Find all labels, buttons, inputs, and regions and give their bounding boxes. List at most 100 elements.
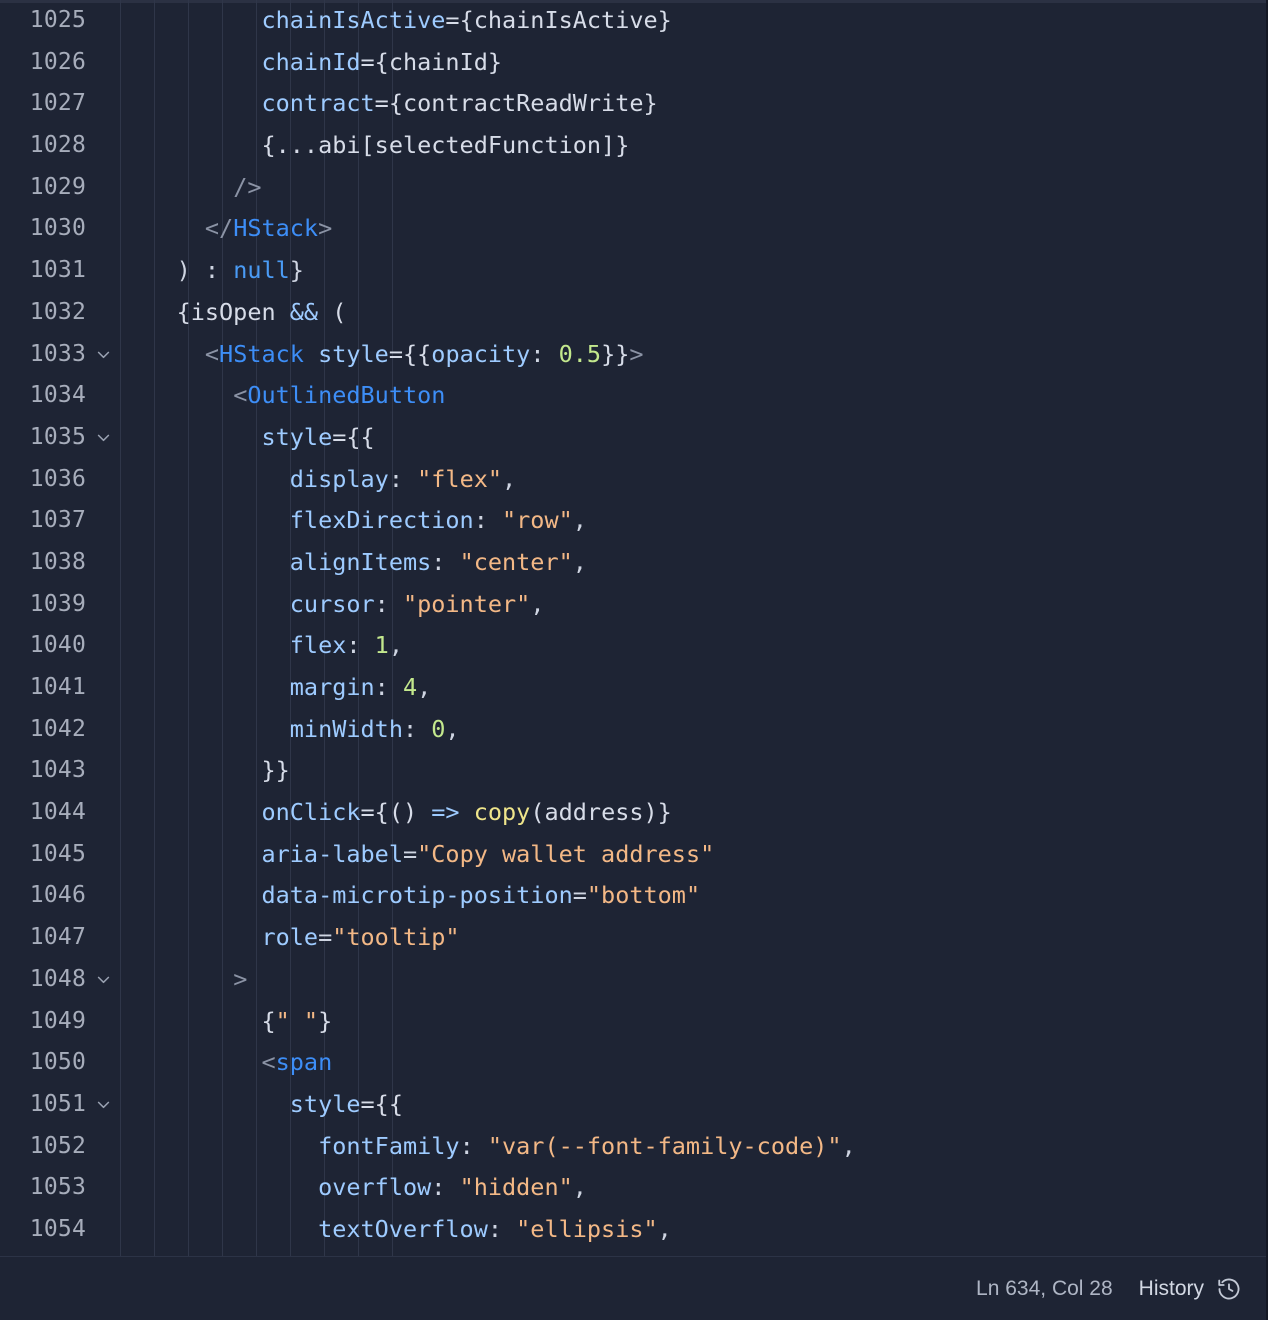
code-line-text: contract={contractReadWrite} bbox=[120, 83, 1266, 125]
line-number: 1039 bbox=[29, 590, 86, 617]
history-clock-icon bbox=[1216, 1276, 1242, 1302]
token-punct: } bbox=[289, 256, 304, 285]
token-prop: margin bbox=[289, 673, 375, 701]
code-line[interactable]: 1033 <HStack style={{opacity: 0.5}}> bbox=[0, 334, 1266, 376]
token-punct: = bbox=[572, 881, 587, 910]
code-surface[interactable]: 1025 chainIsActive={chainIsActive} 1026 c… bbox=[0, 0, 1266, 1256]
token-bracket: /> bbox=[233, 172, 262, 201]
token-op: => bbox=[431, 798, 460, 827]
token-string: "flex" bbox=[417, 464, 503, 493]
code-line[interactable]: 1053 overflow: "hidden", bbox=[0, 1167, 1266, 1209]
line-number: 1033 bbox=[29, 340, 86, 367]
code-line[interactable]: 1046 data-microtip-position="bottom" bbox=[0, 875, 1266, 917]
code-line[interactable]: 1026 chainId={chainId} bbox=[0, 42, 1266, 84]
code-line[interactable]: 1043 }} bbox=[0, 750, 1266, 792]
code-line[interactable]: 1027 contract={contractReadWrite} bbox=[0, 83, 1266, 125]
token-string: "hidden" bbox=[459, 1173, 573, 1202]
token-plain: ={contractReadWrite} bbox=[374, 89, 658, 118]
code-line[interactable]: 1051 style={{ bbox=[0, 1084, 1266, 1126]
token-plain: }} bbox=[261, 756, 290, 785]
code-line-text: style={{ bbox=[120, 1084, 1266, 1126]
token-prop: display bbox=[289, 464, 389, 493]
token-string: "Copy wallet address" bbox=[417, 839, 715, 868]
code-line[interactable]: 1047 role="tooltip" bbox=[0, 917, 1266, 959]
token-punct: = bbox=[402, 839, 418, 868]
token-string: "bottom" bbox=[586, 881, 701, 910]
code-line[interactable]: 1035 style={{ bbox=[0, 417, 1266, 459]
chevron-down-icon[interactable] bbox=[86, 429, 120, 446]
cursor-position-indicator[interactable]: Ln 634, Col 28 bbox=[976, 1277, 1113, 1301]
code-line[interactable]: 1034 <OutlinedButton bbox=[0, 375, 1266, 417]
token-plain: } bbox=[318, 1006, 333, 1035]
code-line[interactable]: 1048 > bbox=[0, 959, 1266, 1001]
code-line-text: <OutlinedButton bbox=[120, 375, 1266, 417]
code-line[interactable]: 1044 onClick={() => copy(address)} bbox=[0, 792, 1266, 834]
code-line[interactable]: 1042 minWidth: 0, bbox=[0, 709, 1266, 751]
token-prop: minWidth bbox=[289, 714, 403, 743]
token-bracket: < bbox=[261, 1048, 276, 1077]
code-line[interactable]: 1036 display: "flex", bbox=[0, 459, 1266, 501]
token-bracket: > bbox=[318, 214, 333, 243]
code-line[interactable]: 1041 margin: 4, bbox=[0, 667, 1266, 709]
chevron-down-icon[interactable] bbox=[86, 971, 120, 988]
token-plain: ={{ bbox=[332, 422, 375, 451]
code-line-text: chainId={chainId} bbox=[120, 42, 1266, 84]
code-line[interactable]: 1040 flex: 1, bbox=[0, 625, 1266, 667]
token-plain: {isOpen bbox=[176, 297, 290, 326]
token-op: && bbox=[289, 297, 319, 326]
code-line-text: chainIsActive={chainIsActive} bbox=[120, 0, 1266, 42]
code-lines[interactable]: 1025 chainIsActive={chainIsActive} 1026 c… bbox=[0, 0, 1266, 1251]
token-string: "center" bbox=[459, 547, 573, 576]
code-line[interactable]: 1029 /> bbox=[0, 167, 1266, 209]
token-punct: : bbox=[402, 714, 432, 743]
line-number: 1028 bbox=[29, 132, 86, 159]
code-line[interactable]: 1045 aria-label="Copy wallet address" bbox=[0, 834, 1266, 876]
line-number: 1052 bbox=[29, 1132, 86, 1159]
line-number: 1030 bbox=[29, 215, 86, 242]
code-line[interactable]: 1032 {isOpen && ( bbox=[0, 292, 1266, 334]
code-line[interactable]: 1054 textOverflow: "ellipsis", bbox=[0, 1209, 1266, 1251]
history-button[interactable]: History bbox=[1139, 1276, 1242, 1302]
token-plain: (address)} bbox=[530, 798, 672, 827]
code-line[interactable]: 1052 fontFamily: "var(--font-family-code… bbox=[0, 1126, 1266, 1168]
token-bracket: < bbox=[233, 381, 248, 410]
token-punct: : bbox=[374, 673, 403, 701]
token-prop: overflow bbox=[318, 1173, 432, 1202]
token-string: "ellipsis" bbox=[516, 1214, 658, 1243]
code-line[interactable]: 1050 <span bbox=[0, 1042, 1266, 1084]
code-line[interactable]: 1038 alignItems: "center", bbox=[0, 542, 1266, 584]
line-number: 1050 bbox=[29, 1049, 86, 1076]
code-line[interactable]: 1039 cursor: "pointer", bbox=[0, 584, 1266, 626]
line-number: 1027 bbox=[29, 90, 86, 117]
token-string: "var(--font-family-code)" bbox=[487, 1131, 842, 1160]
token-prop: flex bbox=[289, 631, 347, 660]
token-punct: , bbox=[502, 464, 517, 493]
line-number: 1041 bbox=[29, 674, 86, 700]
code-line[interactable]: 1049 {" "} bbox=[0, 1001, 1266, 1043]
code-line[interactable]: 1030 </HStack> bbox=[0, 208, 1266, 250]
code-line[interactable]: 1037 flexDirection: "row", bbox=[0, 500, 1266, 542]
code-line-text: margin: 4, bbox=[120, 667, 1266, 709]
code-line[interactable]: 1028 {...abi[selectedFunction]} bbox=[0, 125, 1266, 167]
line-number: 1044 bbox=[29, 799, 86, 826]
line-number: 1036 bbox=[29, 465, 86, 492]
chevron-down-icon[interactable] bbox=[86, 346, 120, 363]
token-bracket: > bbox=[629, 339, 644, 368]
line-number: 1051 bbox=[29, 1090, 86, 1117]
chevron-down-icon[interactable] bbox=[86, 1096, 120, 1113]
code-line[interactable]: 1025 chainIsActive={chainIsActive} bbox=[0, 0, 1266, 42]
code-line[interactable]: 1031 ) : null} bbox=[0, 250, 1266, 292]
